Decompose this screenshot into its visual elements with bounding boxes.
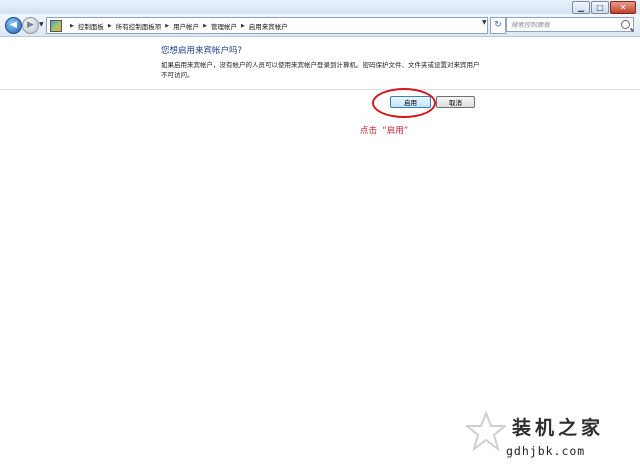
control-panel-window: ▁ □ ✕ ◀ ▶ ▼ ▶ 控制面板 ▶ 所有控制面板项 ▶ 用户帐户 ▶ 管理… bbox=[0, 0, 640, 466]
search-icon[interactable] bbox=[621, 20, 630, 29]
breadcrumb-control-panel[interactable]: 控制面板 bbox=[78, 21, 104, 31]
watermark-title: 装机之家 bbox=[512, 417, 605, 439]
arrow-left-icon: ◀ bbox=[10, 20, 17, 30]
highlight-circle bbox=[372, 88, 436, 118]
address-bar: ◀ ▶ ▼ ▶ 控制面板 ▶ 所有控制面板项 ▶ 用户帐户 ▶ 管理帐户 ▶ 启… bbox=[0, 14, 640, 37]
refresh-button[interactable]: ↻ bbox=[490, 17, 506, 34]
refresh-icon: ↻ bbox=[494, 20, 502, 30]
chevron-right-icon[interactable]: ▶ bbox=[108, 23, 112, 29]
title-bar: ▁ □ ✕ bbox=[0, 0, 640, 14]
close-button[interactable]: ✕ bbox=[610, 1, 636, 14]
breadcrumb-enable-guest[interactable]: 启用来宾帐户 bbox=[249, 21, 288, 31]
divider bbox=[0, 89, 640, 90]
description-text: 如果启用来宾帐户，没有帐户的人员可以使用来宾帐户登录到计算机。密码保护文件、文件… bbox=[161, 61, 480, 79]
chevron-right-icon[interactable]: ▶ bbox=[203, 23, 207, 29]
window-controls: ▁ □ ✕ bbox=[571, 1, 636, 14]
cancel-button[interactable]: 取消 bbox=[436, 96, 475, 108]
breadcrumb-user-accounts[interactable]: 用户帐户 bbox=[173, 21, 199, 31]
minimize-button[interactable]: ▁ bbox=[572, 1, 590, 14]
forward-button[interactable]: ▶ bbox=[22, 17, 39, 34]
watermark-star-icon bbox=[466, 411, 506, 451]
annotation-text: 点击 “启用” bbox=[360, 126, 409, 136]
search-input[interactable]: 搜索控制面板 bbox=[506, 17, 634, 32]
control-panel-icon bbox=[50, 19, 62, 32]
arrow-right-icon: ▶ bbox=[27, 20, 34, 30]
breadcrumb-all-items[interactable]: 所有控制面板项 bbox=[116, 21, 162, 31]
back-button[interactable]: ◀ bbox=[5, 17, 22, 34]
breadcrumb-manage-accounts[interactable]: 管理帐户 bbox=[211, 21, 237, 31]
maximize-button[interactable]: □ bbox=[591, 1, 609, 14]
page-title: 您想启用来宾帐户吗? bbox=[161, 46, 243, 56]
address-dropdown[interactable]: ▼ bbox=[482, 19, 487, 26]
chevron-right-icon[interactable]: ▶ bbox=[70, 23, 74, 29]
recent-pages-dropdown[interactable]: ▼ bbox=[39, 21, 44, 28]
breadcrumb[interactable]: ▶ 控制面板 ▶ 所有控制面板项 ▶ 用户帐户 ▶ 管理帐户 ▶ 启用来宾帐户 bbox=[46, 17, 488, 34]
chevron-right-icon[interactable]: ▶ bbox=[241, 23, 245, 29]
chevron-right-icon[interactable]: ▶ bbox=[165, 23, 169, 29]
watermark-url: gdhjbk.com bbox=[506, 444, 586, 458]
search-placeholder: 搜索控制面板 bbox=[511, 21, 550, 29]
